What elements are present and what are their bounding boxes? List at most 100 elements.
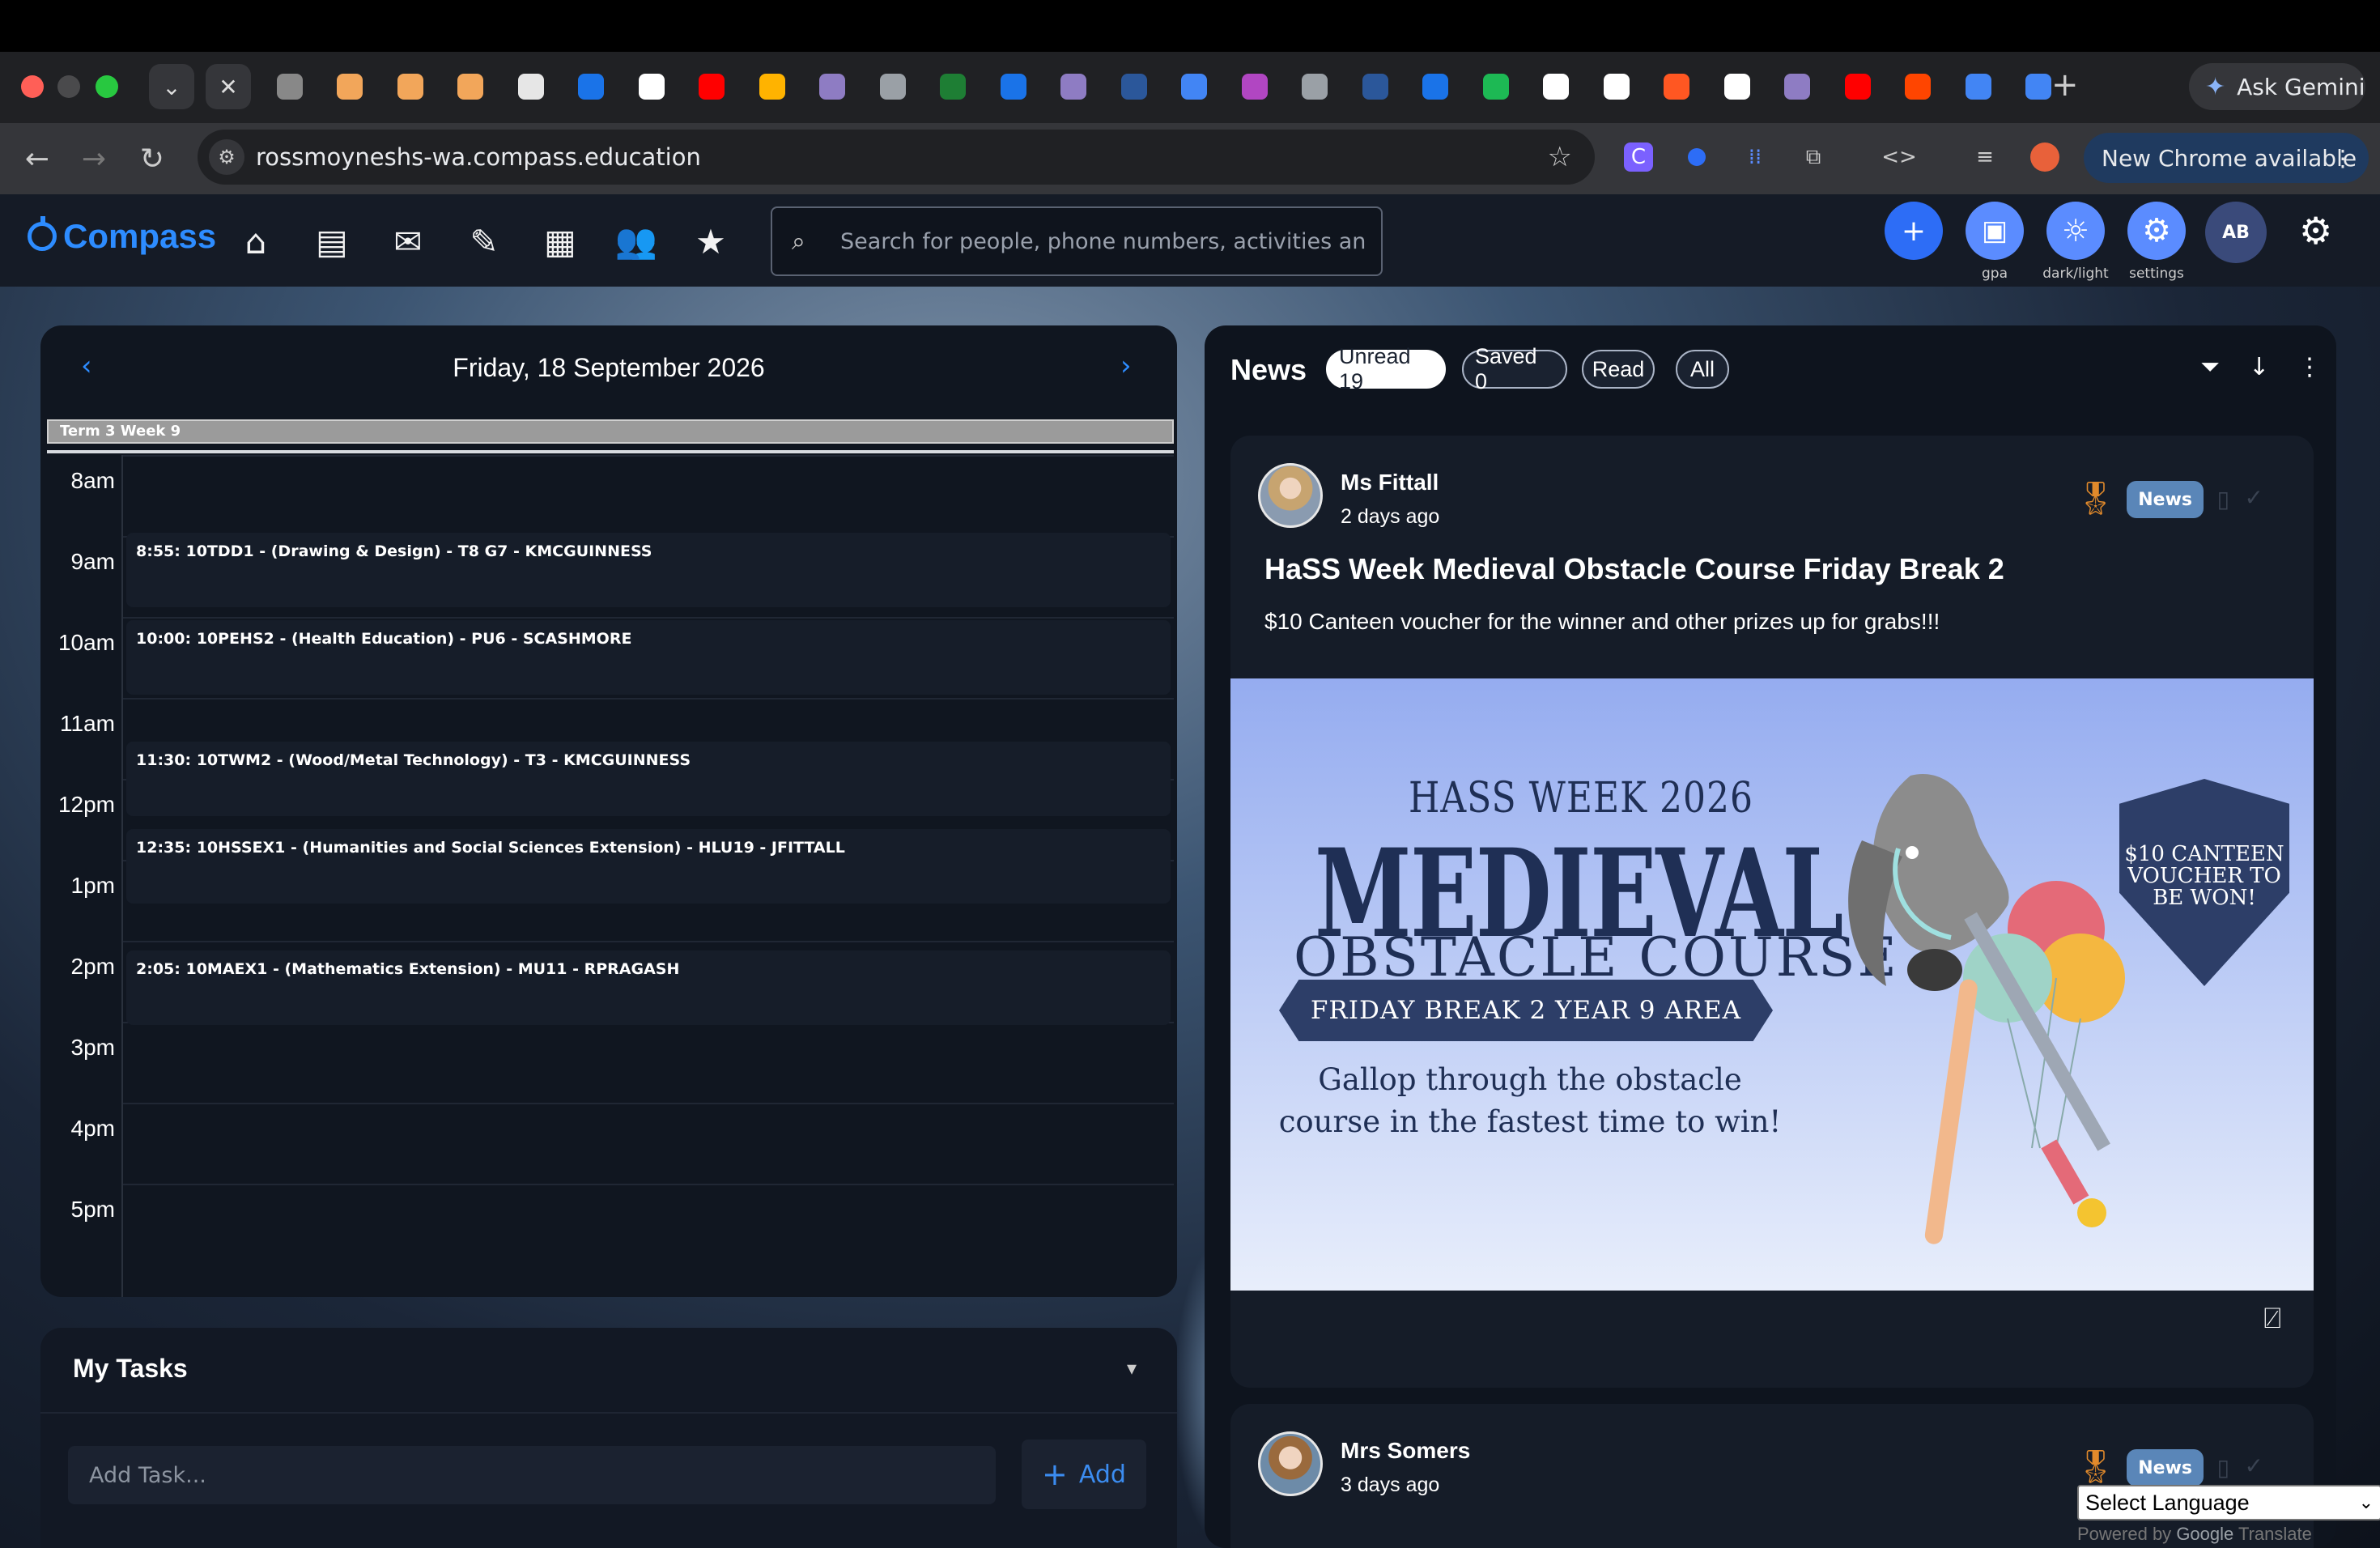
- pinned-tab-11[interactable]: [931, 68, 975, 105]
- pinned-tab-15[interactable]: [1172, 68, 1217, 105]
- pinned-tab-24[interactable]: [1715, 68, 1759, 105]
- back-icon[interactable]: ←: [15, 136, 60, 181]
- devtools-icon[interactable]: <>: [1881, 142, 1917, 172]
- reload-icon[interactable]: ↻: [130, 136, 175, 181]
- filter-all[interactable]: All: [1676, 350, 1729, 389]
- tab-favicon-icon: [2025, 74, 2051, 100]
- mark-read-icon[interactable]: ✓: [2245, 1452, 2263, 1479]
- pinned-tab-8[interactable]: [750, 68, 794, 105]
- pinned-tab-20[interactable]: [1473, 68, 1518, 105]
- minimize-window-dot[interactable]: [57, 75, 80, 98]
- zoom-window-dot[interactable]: [96, 75, 118, 98]
- pinned-tab-2[interactable]: [388, 68, 432, 105]
- create-button[interactable]: +: [1885, 202, 1943, 260]
- pinned-tab-12[interactable]: [991, 68, 1035, 105]
- canva-extension-icon[interactable]: C: [1624, 142, 1653, 172]
- pinned-tab-10[interactable]: [870, 68, 915, 105]
- my-tasks-panel: My Tasks ▾ + Add: [40, 1328, 1177, 1548]
- user-avatar[interactable]: AB: [2205, 202, 2267, 263]
- hour-label: 8am: [70, 468, 115, 493]
- calendar-next-icon[interactable]: ›: [1120, 350, 1132, 382]
- pinned-tab-18[interactable]: [1353, 68, 1397, 105]
- pinned-tab-22[interactable]: [1594, 68, 1638, 105]
- pencil-icon[interactable]: ✎: [463, 220, 505, 262]
- comments-disabled-icon[interactable]: ⍁: [2263, 1302, 2281, 1336]
- mark-read-icon[interactable]: ✓: [2245, 484, 2263, 511]
- pinned-tab-9[interactable]: [810, 68, 855, 105]
- pinned-tab-16[interactable]: [1232, 68, 1277, 105]
- pinned-tab-4[interactable]: [508, 68, 553, 105]
- news-headline[interactable]: HaSS Week Medieval Obstacle Course Frida…: [1264, 552, 2004, 586]
- sort-down-icon[interactable]: ↓: [2249, 353, 2269, 381]
- site-settings-icon[interactable]: ⚙: [209, 139, 244, 175]
- dark-light-button[interactable]: ☼: [2046, 202, 2105, 260]
- tab-favicon-icon: [578, 74, 604, 100]
- tab-favicon-icon: [1603, 74, 1630, 100]
- gpa-label: gpa: [1982, 266, 2008, 282]
- search-input[interactable]: [840, 228, 1366, 254]
- pinned-tab-1[interactable]: [328, 68, 372, 105]
- filter-icon[interactable]: ⏷: [2200, 353, 2220, 381]
- chevron-down-icon[interactable]: ▾: [1127, 1357, 1137, 1380]
- home-icon[interactable]: ⌂: [235, 220, 277, 262]
- new-tab-button[interactable]: +: [2051, 66, 2079, 104]
- pinned-tab-5[interactable]: [569, 68, 614, 105]
- language-select[interactable]: Select Language ⌄: [2077, 1485, 2380, 1520]
- news-card[interactable]: Ms Fittall 2 days ago 🎖 News ▯ ✓ HaSS We…: [1230, 436, 2314, 1388]
- blue-dot-extension-icon[interactable]: [1682, 142, 1711, 172]
- ask-gemini-button[interactable]: ✦ Ask Gemini: [2189, 63, 2365, 110]
- bookmark-icon[interactable]: ▯: [2217, 1454, 2229, 1481]
- tab-favicon-icon: [638, 74, 665, 100]
- pinned-tab-27[interactable]: [1896, 68, 1940, 105]
- apps-grid-icon[interactable]: ▦: [539, 220, 581, 262]
- compass-search[interactable]: ⌕: [771, 206, 1383, 276]
- settings-button[interactable]: ⚙: [2127, 202, 2186, 260]
- grid-extension-icon[interactable]: ⁞⁞: [1740, 142, 1770, 172]
- close-window-dot[interactable]: [21, 75, 44, 98]
- calendar-event[interactable]: 10:00: 10PEHS2 - (Health Education) - PU…: [126, 620, 1171, 695]
- tab-favicon-icon: [1120, 74, 1147, 100]
- filter-read[interactable]: Read: [1582, 350, 1655, 389]
- tab-search-button[interactable]: ⌄: [149, 64, 194, 109]
- gear-icon[interactable]: ⚙: [2299, 209, 2332, 253]
- gpa-button[interactable]: ▣: [1966, 202, 2024, 260]
- mail-icon[interactable]: ✉: [387, 220, 429, 262]
- chrome-menu-icon[interactable]: ⋮: [2331, 145, 2354, 172]
- filter-unread[interactable]: Unread 19: [1326, 344, 1446, 393]
- pinned-tab-6[interactable]: [629, 68, 674, 105]
- pinned-tab-25[interactable]: [1775, 68, 1820, 105]
- bookmark-icon[interactable]: ▯: [2217, 486, 2229, 512]
- chrome-update-button[interactable]: New Chrome available ⋮: [2084, 133, 2369, 183]
- add-task-button[interactable]: + Add: [1022, 1440, 1146, 1509]
- media-control-icon[interactable]: ≡: [1970, 142, 2000, 172]
- close-tab-button[interactable]: ✕: [206, 64, 251, 109]
- extensions-puzzle-icon[interactable]: ⧉: [1799, 142, 1828, 172]
- add-task-input[interactable]: [68, 1446, 996, 1504]
- compass-logo[interactable]: Compass: [28, 216, 216, 256]
- profile-avatar-icon[interactable]: [2030, 142, 2059, 172]
- people-icon[interactable]: 👥: [615, 220, 657, 262]
- pinned-tab-26[interactable]: [1835, 68, 1880, 105]
- filter-saved[interactable]: Saved 0: [1462, 344, 1567, 393]
- favourites-star-icon[interactable]: ★: [690, 220, 732, 262]
- pinned-tab-0[interactable]: [267, 68, 312, 105]
- calendar-event[interactable]: 11:30: 10TWM2 - (Wood/Metal Technology) …: [126, 742, 1171, 816]
- calendar-icon[interactable]: ▤: [311, 220, 353, 262]
- calendar-event[interactable]: 8:55: 10TDD1 - (Drawing & Design) - T8 G…: [126, 533, 1171, 607]
- pinned-tab-21[interactable]: [1534, 68, 1579, 105]
- forward-icon[interactable]: →: [71, 136, 117, 181]
- pinned-tab-17[interactable]: [1293, 68, 1337, 105]
- pinned-tab-23[interactable]: [1655, 68, 1699, 105]
- address-bar[interactable]: ⚙ rossmoyneshs-wa.compass.education ☆: [198, 130, 1595, 185]
- pinned-tab-3[interactable]: [448, 68, 493, 105]
- more-options-icon[interactable]: ⋮: [2297, 353, 2322, 381]
- bookmark-star-icon[interactable]: ☆: [1548, 141, 1572, 173]
- pinned-tab-28[interactable]: [1956, 68, 2000, 105]
- pinned-tab-19[interactable]: [1413, 68, 1458, 105]
- pinned-tab-7[interactable]: [690, 68, 734, 105]
- pinned-tab-14[interactable]: [1111, 68, 1156, 105]
- calendar-prev-icon[interactable]: ‹: [81, 350, 92, 382]
- calendar-event[interactable]: 12:35: 10HSSEX1 - (Humanities and Social…: [126, 829, 1171, 904]
- calendar-event[interactable]: 2:05: 10MAEX1 - (Mathematics Extension) …: [126, 950, 1171, 1025]
- pinned-tab-13[interactable]: [1052, 68, 1096, 105]
